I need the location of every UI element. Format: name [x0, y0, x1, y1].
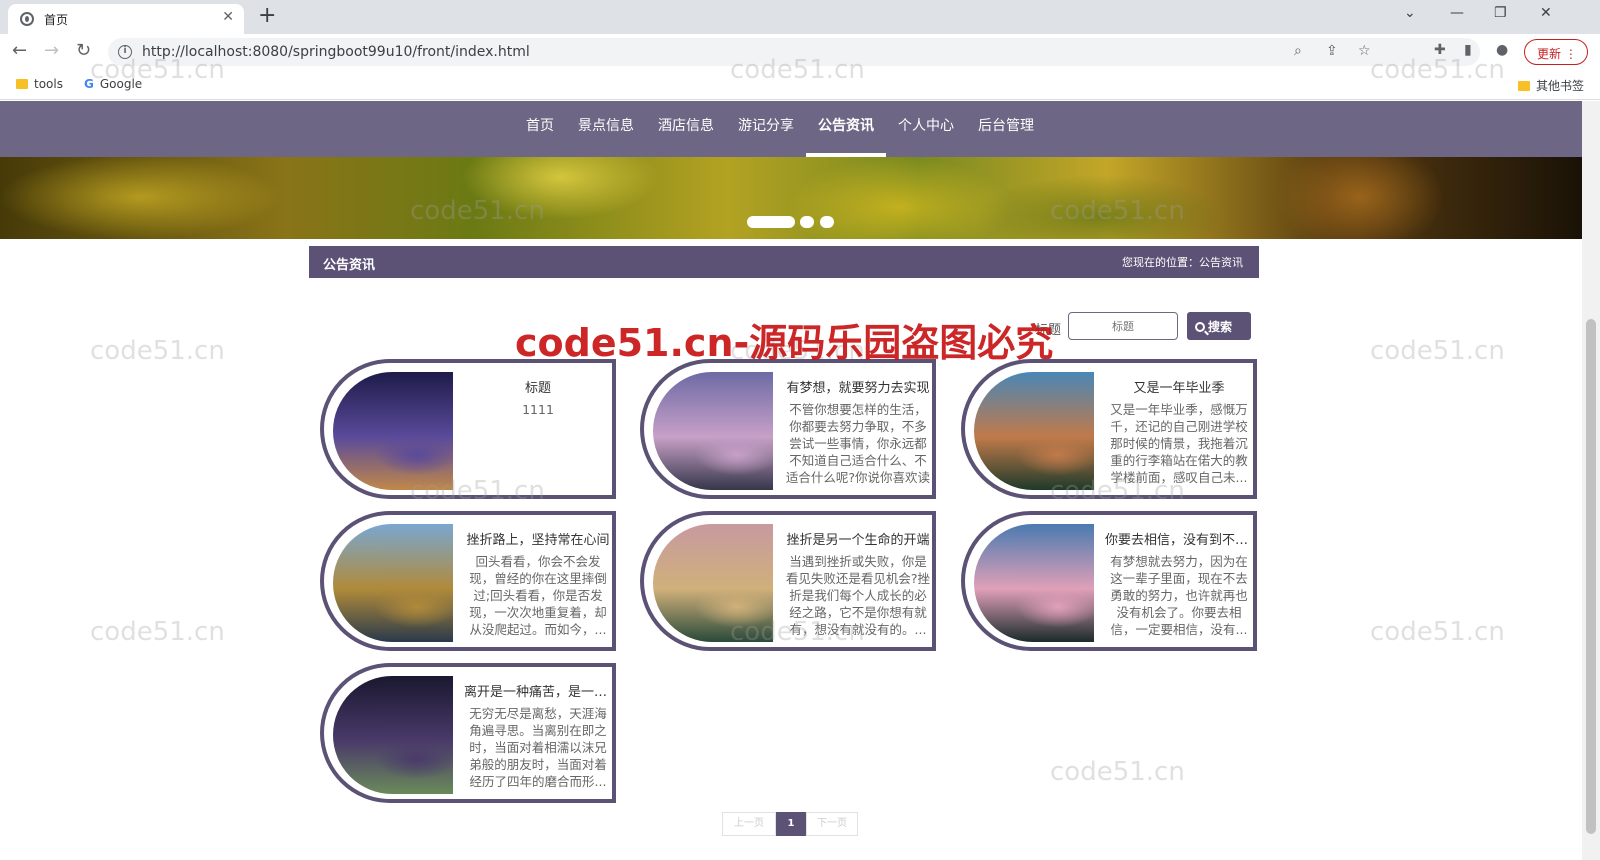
nav-item[interactable]: 游记分享 — [726, 101, 806, 157]
tab-search-chevron-icon[interactable]: ⌄ — [1404, 5, 1416, 21]
card-image[interactable] — [974, 372, 1094, 490]
side-panel-icon[interactable]: ▮ — [1464, 42, 1472, 58]
bookmark-label: Google — [99, 77, 143, 91]
nav-item[interactable]: 景点信息 — [566, 101, 646, 157]
breadcrumb: 公告资讯 您现在的位置：公告资讯 — [309, 246, 1259, 278]
bookmark-tools[interactable]: tools — [16, 77, 63, 91]
notice-card[interactable]: 标题 1111 — [320, 359, 616, 499]
pagination: 上一页 1 下一页 — [722, 812, 858, 836]
close-tab-icon[interactable]: ✕ — [222, 9, 234, 25]
bookmark-label: 其他书签 — [1536, 79, 1585, 93]
card-description: 回头看看，你会不会发现，曾经的你在这里摔倒过;回头看看，你是否发现，一次次地重复… — [469, 554, 607, 637]
notice-card[interactable]: 离开是一种痛苦，是一种煎熬无穷无尽是离愁，天涯海角遍寻思。当离别在即之时，当面对… — [320, 663, 616, 803]
next-page-button[interactable]: 下一页 — [806, 812, 858, 836]
card-image[interactable] — [333, 524, 453, 642]
notice-card[interactable]: 又是一年毕业季又是一年毕业季，感慨万千，还记的自己刚进学校那时候的情景，我拖着沉… — [961, 359, 1257, 499]
prev-page-button[interactable]: 上一页 — [722, 812, 776, 836]
bookmark-google[interactable]: G Google — [84, 77, 142, 91]
card-image[interactable] — [974, 524, 1094, 642]
carousel-dot-3[interactable] — [820, 216, 834, 228]
card-title[interactable]: 又是一年毕业季 — [1105, 377, 1253, 396]
search-button[interactable]: 搜索 — [1187, 312, 1251, 340]
address-bar-row: ← → ↻ i http://localhost:8080/springboot… — [0, 34, 1600, 70]
nav-item[interactable]: 个人中心 — [886, 101, 966, 157]
page-number-button[interactable]: 1 — [776, 812, 806, 836]
card-description: 无穷无尽是离愁，天涯海角遍寻思。当离别在即之时，当面对着相濡以沫兄弟般的朋友时，… — [469, 706, 607, 789]
zoom-icon[interactable]: ⌕ — [1294, 43, 1302, 59]
notice-card[interactable]: 有梦想，就要努力去实现不管你想要怎样的生活，你都要去努力争取，不多尝试一些事情，… — [640, 359, 936, 499]
nav-item[interactable]: 酒店信息 — [646, 101, 726, 157]
browser-tab[interactable]: 首页 ✕ — [8, 4, 244, 34]
scrollbar-thumb[interactable] — [1586, 319, 1596, 834]
tab-title: 首页 — [44, 13, 69, 27]
card-description: 1111 — [522, 402, 554, 417]
card-image[interactable] — [333, 676, 453, 794]
banner-carousel[interactable] — [0, 157, 1582, 239]
search-icon — [1195, 322, 1205, 332]
new-tab-button[interactable]: + — [258, 4, 276, 28]
card-image[interactable] — [653, 524, 773, 642]
page-title: 公告资讯 — [323, 258, 376, 273]
search-label: 标题 — [1035, 323, 1062, 338]
card-title[interactable]: 挫折路上，坚持常在心间 — [464, 529, 612, 548]
close-window-icon[interactable]: ✕ — [1540, 5, 1552, 21]
search-input[interactable] — [1068, 312, 1178, 340]
card-title[interactable]: 你要去相信，没有到不了的明天 — [1105, 529, 1253, 548]
card-image[interactable] — [333, 372, 453, 490]
scrollbar[interactable] — [1582, 101, 1600, 860]
nav-item[interactable]: 公告资讯 — [806, 101, 886, 157]
share-icon[interactable]: ⇪ — [1326, 43, 1338, 59]
page-viewport: 首页 景点信息 酒店信息 游记分享 公告资讯 个人中心 后台管理 公告资讯 您现在的位置：公… — [0, 101, 1582, 860]
url-text[interactable]: http://localhost:8080/springboot99u10/fr… — [142, 44, 530, 60]
card-title[interactable]: 挫折是另一个生命的开端 — [784, 529, 932, 548]
site-info-icon[interactable]: i — [118, 45, 132, 59]
globe-icon — [20, 12, 34, 26]
card-description: 不管你想要怎样的生活，你都要去努力争取，不多尝试一些事情，你永远都不知道自己适合… — [785, 402, 931, 485]
profile-icon[interactable]: ● — [1496, 42, 1508, 58]
extensions-icon[interactable]: ✚ — [1434, 42, 1446, 58]
search-button-label: 搜索 — [1208, 320, 1233, 334]
card-title[interactable]: 有梦想，就要努力去实现 — [784, 377, 932, 396]
card-description: 有梦想就去努力，因为在这一辈子里面，现在不去勇敢的努力，也许就再也没有机会了。你… — [1110, 554, 1248, 637]
card-description: 又是一年毕业季，感慨万千，还记的自己刚进学校那时候的情景，我拖着沉重的行李箱站在… — [1110, 402, 1248, 485]
bookmarks-bar: tools G Google 其他书签 — [0, 70, 1600, 100]
minimize-icon[interactable]: — — [1450, 5, 1464, 21]
carousel-dot-1[interactable] — [747, 216, 795, 228]
other-bookmarks[interactable]: 其他书签 — [1518, 77, 1584, 94]
update-label: 更新 — [1537, 47, 1562, 61]
back-icon[interactable]: ← — [12, 41, 27, 61]
card-description: 当遇到挫折或失败，你是看见失败还是看见机会?挫折是我们每个人成长的必经之路，它不… — [785, 554, 931, 637]
update-button[interactable]: 更新 ⋮ — [1524, 39, 1588, 65]
nav-menu: 首页 景点信息 酒店信息 游记分享 公告资讯 个人中心 后台管理 — [514, 101, 1046, 157]
restore-icon[interactable]: ❐ — [1494, 5, 1507, 21]
notice-card[interactable]: 你要去相信，没有到不了的明天有梦想就去努力，因为在这一辈子里面，现在不去勇敢的努… — [961, 511, 1257, 651]
card-title[interactable]: 标题 — [464, 377, 612, 396]
notice-card[interactable]: 挫折路上，坚持常在心间回头看看，你会不会发现，曾经的你在这里摔倒过;回头看看，你… — [320, 511, 616, 651]
folder-icon — [1518, 81, 1530, 91]
google-icon: G — [84, 77, 94, 91]
nav-item[interactable]: 后台管理 — [966, 101, 1046, 157]
nav-item[interactable]: 首页 — [514, 101, 566, 157]
bookmark-label: tools — [34, 77, 63, 91]
bookmark-star-icon[interactable]: ☆ — [1358, 43, 1371, 59]
omnibox[interactable]: i http://localhost:8080/springboot99u10/… — [108, 38, 1480, 66]
forward-icon[interactable]: → — [44, 41, 59, 61]
breadcrumb-location: 您现在的位置：公告资讯 — [1122, 256, 1243, 269]
carousel-dot-2[interactable] — [800, 216, 814, 228]
folder-icon — [16, 79, 28, 89]
card-title[interactable]: 离开是一种痛苦，是一种煎熬 — [464, 681, 612, 700]
reload-icon[interactable]: ↻ — [76, 41, 91, 61]
browser-tab-strip: 首页 ✕ + ⌄ — ❐ ✕ — [0, 0, 1600, 34]
top-navigation: 首页 景点信息 酒店信息 游记分享 公告资讯 个人中心 后台管理 — [0, 101, 1582, 157]
card-image[interactable] — [653, 372, 773, 490]
notice-card[interactable]: 挫折是另一个生命的开端当遇到挫折或失败，你是看见失败还是看见机会?挫折是我们每个… — [640, 511, 936, 651]
